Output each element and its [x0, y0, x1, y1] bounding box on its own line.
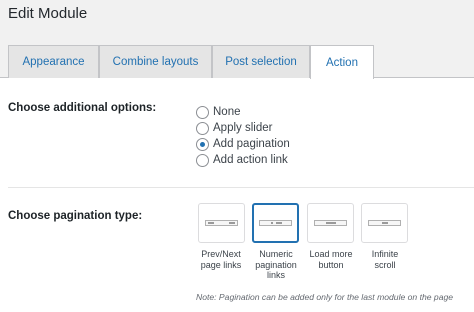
- caption-line: pagination: [255, 259, 297, 270]
- prev-next-pagination-icon: [205, 220, 238, 226]
- radio-apply-slider[interactable]: Apply slider: [196, 120, 272, 136]
- radio-label: Add pagination: [213, 138, 290, 150]
- tab-combine-layouts[interactable]: Combine layouts: [99, 45, 212, 78]
- caption-line: button: [318, 259, 344, 270]
- caption-line: Load more: [309, 249, 353, 259]
- numeric-pagination-icon: [259, 220, 292, 226]
- radio-add-action-link[interactable]: Add action link: [196, 152, 288, 168]
- pagination-option-infinite-scroll[interactable]: [361, 203, 408, 243]
- pagination-caption-load-more: Load more button: [302, 249, 360, 270]
- tab-bar: Appearance Combine layouts Post selectio…: [0, 30, 474, 79]
- tab-appearance[interactable]: Appearance: [8, 45, 99, 78]
- pagination-caption-numeric: Numeric pagination links: [247, 249, 305, 281]
- pagination-option-numeric[interactable]: [252, 203, 299, 243]
- radio-button-checked[interactable]: [196, 137, 209, 151]
- caption-line: Prev/Next: [201, 249, 241, 259]
- radio-label: Add action link: [213, 154, 288, 166]
- caption-line: Infinite: [371, 249, 399, 259]
- pagination-option-load-more[interactable]: [307, 203, 354, 243]
- radio-button[interactable]: [196, 153, 209, 167]
- tab-post-selection[interactable]: Post selection: [212, 45, 310, 78]
- infinite-scroll-icon: [368, 220, 401, 226]
- radio-label: None: [213, 106, 241, 118]
- caption-line: page links: [200, 259, 242, 270]
- pagination-type-label: Choose pagination type:: [8, 210, 143, 222]
- pagination-caption-infinite-scroll: Infinite scroll: [356, 249, 414, 270]
- caption-line: links: [266, 270, 285, 280]
- tab-action[interactable]: Action: [310, 45, 374, 79]
- pagination-caption-prev-next: Prev/Next page links: [192, 249, 250, 270]
- caption-line: scroll: [374, 259, 396, 270]
- pagination-option-prev-next[interactable]: [198, 203, 245, 243]
- radio-label: Apply slider: [213, 122, 273, 134]
- load-more-icon: [314, 220, 347, 226]
- caption-line: Numeric: [259, 249, 293, 259]
- pagination-note: Note: Pagination can be added only for t…: [196, 292, 454, 302]
- page-title: Edit Module: [8, 5, 88, 22]
- options-label: Choose additional options:: [8, 102, 157, 114]
- radio-none[interactable]: None: [196, 104, 241, 120]
- radio-button[interactable]: [196, 105, 209, 119]
- section-divider: [8, 187, 474, 188]
- radio-add-pagination[interactable]: Add pagination: [196, 136, 290, 152]
- radio-button[interactable]: [196, 121, 209, 135]
- header: Edit Module: [0, 0, 474, 30]
